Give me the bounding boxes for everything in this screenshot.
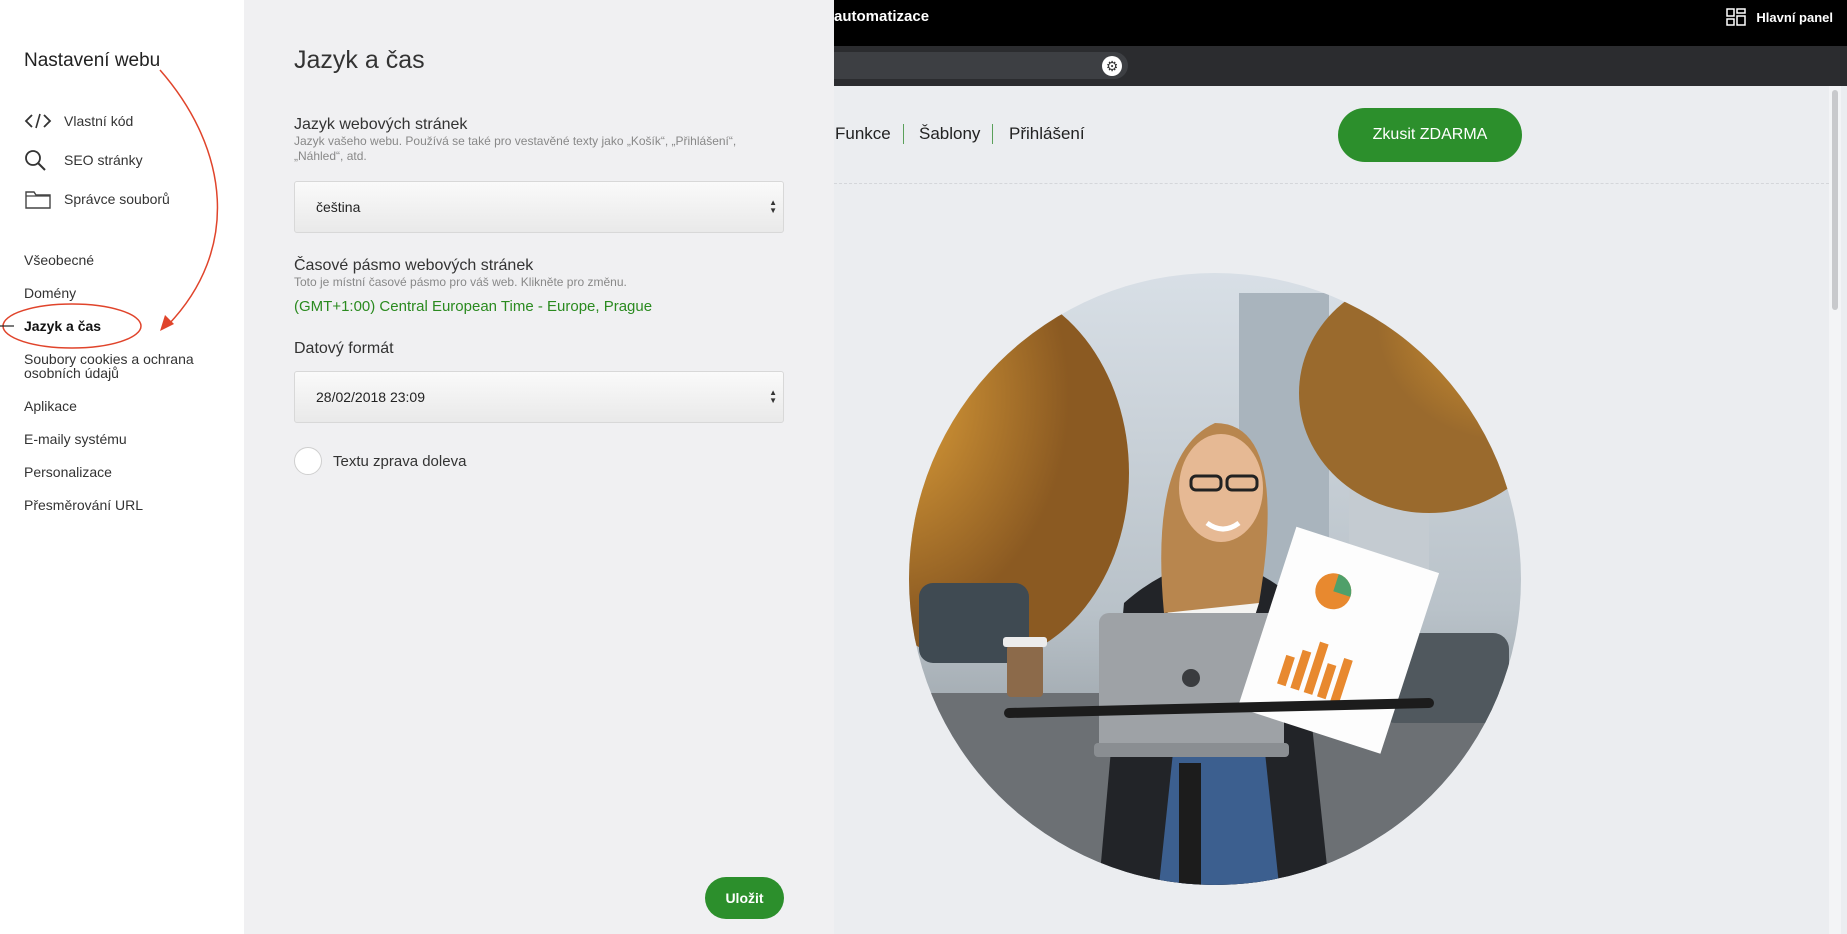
menu-separator <box>903 124 904 144</box>
language-select[interactable]: čeština ▲ ▼ <box>294 181 784 233</box>
save-button[interactable]: Uložit <box>705 877 784 919</box>
date-format-select[interactable]: 28/02/2018 23:09 ▲ ▼ <box>294 371 784 423</box>
timezone-link[interactable]: (GMT+1:00) Central European Time - Europ… <box>294 298 652 315</box>
dashboard-label: Hlavní panel <box>1756 9 1833 25</box>
language-time-panel: Jazyk a čas Jazyk webových stránek Jazyk… <box>244 0 834 934</box>
language-section-description: Jazyk vašeho webu. Používá se také pro v… <box>294 134 737 163</box>
menu-link-login[interactable]: Přihlášení <box>1009 124 1085 144</box>
select-arrows-icon: ▲ ▼ <box>769 198 777 215</box>
timezone-section-description: Toto je místní časové pásmo pro váš web.… <box>294 275 627 289</box>
address-bar: ⚙ <box>834 46 1847 86</box>
site-header: Funkce Šablony Přihlášení Zkusit ZDARMA <box>834 86 1829 184</box>
language-select-value: čeština <box>316 199 361 215</box>
scrollbar-thumb[interactable] <box>1832 90 1838 310</box>
settings-sidebar: Nastavení webu Vlastní kód SEO stránky S… <box>0 0 244 934</box>
rtl-toggle-label: Textu zprava doleva <box>333 453 467 470</box>
try-free-button[interactable]: Zkusit ZDARMA <box>1338 108 1522 162</box>
select-arrows-icon: ▲ ▼ <box>769 388 777 405</box>
date-format-section-title: Datový formát <box>294 340 394 357</box>
editor-topbar: automatizace Hlavní panel <box>834 0 1847 46</box>
annotation-arrow <box>0 69 219 349</box>
panel-title: Jazyk a čas <box>294 46 425 74</box>
hero-image <box>909 273 1521 885</box>
sidebar-item-apps[interactable]: Aplikace <box>24 399 224 413</box>
sidebar-item-system-emails[interactable]: E-maily systému <box>24 432 224 446</box>
language-section-title: Jazyk webových stránek <box>294 116 468 133</box>
menu-link-templates[interactable]: Šablony <box>919 124 980 144</box>
sidebar-item-personalization[interactable]: Personalizace <box>24 465 224 479</box>
dashboard-button[interactable]: Hlavní panel <box>1726 8 1833 26</box>
address-field[interactable] <box>834 52 1128 79</box>
rtl-toggle[interactable] <box>294 447 322 475</box>
preview-scrollbar[interactable] <box>1829 86 1841 934</box>
timezone-section-title: Časové pásmo webových stránek <box>294 257 534 274</box>
date-format-select-value: 28/02/2018 23:09 <box>316 389 425 405</box>
dashboard-grid-icon <box>1726 8 1747 26</box>
editor-brand: automatizace <box>834 8 930 25</box>
menu-separator <box>992 124 993 144</box>
sidebar-item-url-redirects[interactable]: Přesměrování URL <box>24 498 224 512</box>
menu-link-features[interactable]: Funkce <box>835 124 891 144</box>
gear-icon[interactable]: ⚙ <box>1102 56 1122 76</box>
website-preview: automatizace Hlavní panel ⚙ Funkce Šablo… <box>834 0 1847 934</box>
